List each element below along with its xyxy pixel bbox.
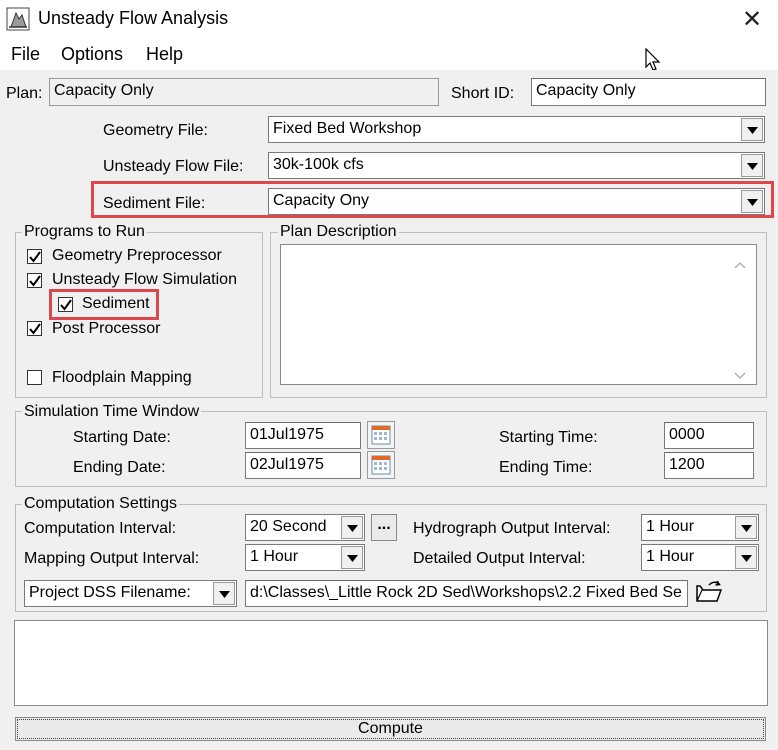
ending-time-label: Ending Time:: [499, 459, 593, 476]
hydrograph-output-interval-value: 1 Hour: [646, 518, 695, 535]
computation-messages-area: [14, 620, 768, 706]
ending-date-input[interactable]: 02Jul1975: [245, 452, 361, 479]
sediment-label: Sediment: [82, 295, 150, 312]
starting-time-input[interactable]: 0000: [664, 422, 754, 449]
short-id-input[interactable]: Capacity Only: [531, 78, 766, 106]
post-processor-checkbox[interactable]: [27, 321, 42, 336]
chevron-down-icon[interactable]: [735, 546, 757, 569]
sediment-file-label: Sediment File:: [103, 195, 206, 212]
menu-file[interactable]: File: [11, 44, 40, 65]
short-id-label: Short ID:: [451, 85, 515, 102]
project-dss-filename-select[interactable]: Project DSS Filename:: [24, 580, 237, 607]
scroll-up-icon[interactable]: [734, 256, 746, 274]
chevron-down-icon[interactable]: [341, 546, 363, 569]
ending-date-label: Ending Date:: [73, 459, 166, 476]
programs-to-run-title: Programs to Run: [22, 223, 147, 241]
simulation-time-window-title: Simulation Time Window: [22, 403, 202, 421]
hec-ras-app-icon: [6, 7, 30, 31]
detailed-output-interval-value: 1 Hour: [646, 548, 695, 565]
geometry-file-select[interactable]: Fixed Bed Workshop: [268, 116, 765, 143]
open-folder-icon[interactable]: [694, 578, 724, 606]
detailed-output-interval-label: Detailed Output Interval:: [413, 550, 586, 567]
starting-date-label: Starting Date:: [73, 429, 171, 446]
chevron-down-icon[interactable]: [741, 154, 763, 177]
ending-time-input[interactable]: 1200: [664, 452, 754, 479]
unsteady-flow-file-label: Unsteady Flow File:: [103, 158, 244, 175]
unsteady-flow-simulation-label: Unsteady Flow Simulation: [52, 271, 237, 288]
sediment-file-select[interactable]: Capacity Ony: [268, 188, 765, 215]
starting-time-label: Starting Time:: [499, 429, 598, 446]
computation-interval-value: 20 Second: [250, 518, 327, 535]
detailed-output-interval-select[interactable]: 1 Hour: [641, 544, 759, 571]
hydrograph-output-interval-select[interactable]: 1 Hour: [641, 514, 759, 541]
plan-description-textarea[interactable]: [280, 244, 757, 385]
mapping-output-interval-label: Mapping Output Interval:: [24, 550, 200, 567]
close-icon[interactable]: ✕: [735, 4, 769, 36]
post-processor-label: Post Processor: [52, 320, 161, 337]
scroll-down-icon[interactable]: [734, 367, 746, 385]
floodplain-mapping-checkbox[interactable]: [27, 370, 42, 385]
chevron-down-icon[interactable]: [735, 516, 757, 539]
geometry-preprocessor-checkbox[interactable]: [27, 249, 42, 264]
dss-path-input[interactable]: d:\Classes\_Little Rock 2D Sed\Workshops…: [245, 580, 688, 607]
project-dss-filename-label: Project DSS Filename:: [29, 584, 191, 601]
chevron-down-icon[interactable]: [741, 190, 763, 213]
geometry-preprocessor-label: Geometry Preprocessor: [52, 247, 222, 264]
unsteady-flow-file-select[interactable]: 30k-100k cfs: [268, 152, 765, 179]
start-date-calendar-icon[interactable]: [367, 421, 395, 449]
computation-interval-select[interactable]: 20 Second: [245, 514, 365, 541]
unsteady-flow-simulation-checkbox[interactable]: [27, 273, 42, 288]
compute-button[interactable]: Compute: [15, 717, 766, 741]
computation-interval-label: Computation Interval:: [24, 520, 177, 537]
plan-description-title: Plan Description: [278, 223, 399, 241]
unsteady-flow-file-value: 30k-100k cfs: [273, 156, 364, 173]
chevron-down-icon[interactable]: [741, 118, 763, 141]
computation-settings-title: Computation Settings: [22, 495, 179, 513]
computation-options-button[interactable]: ...: [371, 514, 397, 541]
hydrograph-output-interval-label: Hydrograph Output Interval:: [413, 520, 611, 537]
sediment-checkbox[interactable]: [58, 297, 73, 312]
geometry-file-value: Fixed Bed Workshop: [273, 120, 422, 137]
dialog-window: Unsteady Flow Analysis ✕ File Options He…: [0, 0, 778, 750]
sediment-file-value: Capacity Ony: [273, 192, 370, 209]
mapping-output-interval-value: 1 Hour: [250, 548, 299, 565]
end-date-calendar-icon[interactable]: [367, 451, 395, 479]
menu-help[interactable]: Help: [146, 44, 183, 65]
window-title: Unsteady Flow Analysis: [38, 8, 229, 28]
plan-name-field[interactable]: Capacity Only: [49, 78, 439, 106]
floodplain-mapping-label: Floodplain Mapping: [52, 369, 192, 386]
menu-options[interactable]: Options: [61, 44, 123, 65]
starting-date-input[interactable]: 01Jul1975: [245, 422, 361, 449]
plan-label: Plan:: [6, 85, 43, 102]
geometry-file-label: Geometry File:: [103, 122, 208, 139]
mapping-output-interval-select[interactable]: 1 Hour: [245, 544, 365, 571]
chevron-down-icon[interactable]: [341, 516, 363, 539]
chevron-down-icon[interactable]: [213, 582, 235, 605]
